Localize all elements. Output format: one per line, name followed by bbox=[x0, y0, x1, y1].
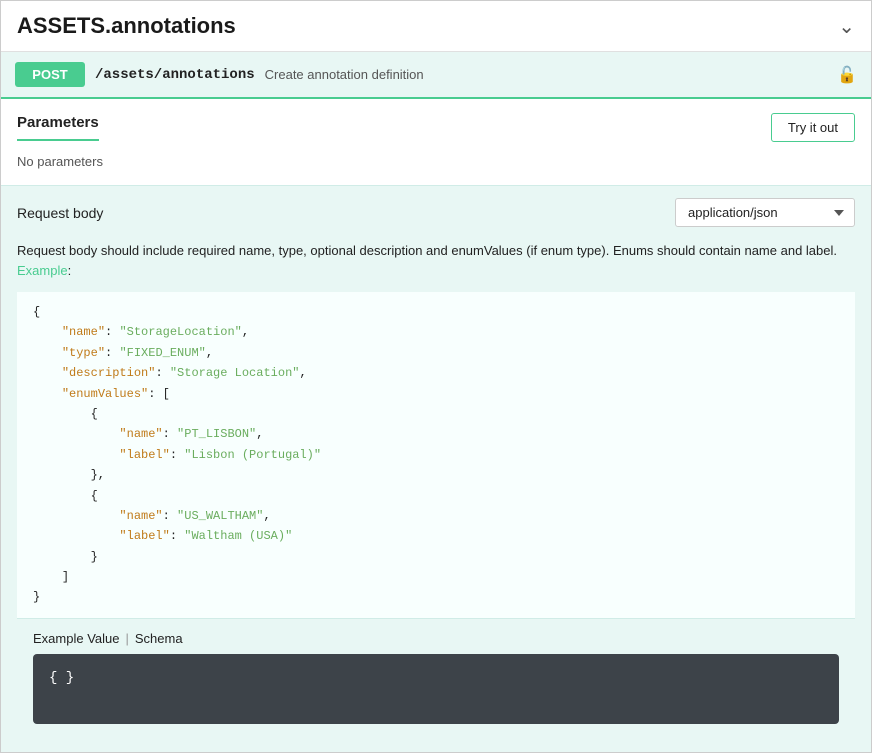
request-body-header: Request body application/json bbox=[17, 198, 855, 227]
method-badge: POST bbox=[15, 62, 85, 87]
try-it-out-button[interactable]: Try it out bbox=[771, 113, 855, 142]
json-preview-box: { } bbox=[33, 654, 839, 724]
request-body-label: Request body bbox=[17, 205, 103, 221]
request-body-section: Request body application/json Request bo… bbox=[1, 185, 871, 752]
code-line-1: { bbox=[33, 302, 839, 322]
code-line-7: "name": "PT_LISBON", bbox=[33, 424, 839, 444]
description-colon: : bbox=[68, 263, 72, 278]
json-preview-content: { } bbox=[49, 670, 74, 686]
parameters-header: Parameters Try it out bbox=[1, 99, 871, 142]
code-line-13: } bbox=[33, 547, 839, 567]
main-container: ASSETS.annotations ⌄ POST /assets/annota… bbox=[0, 0, 872, 753]
collapse-icon[interactable]: ⌄ bbox=[838, 14, 855, 39]
example-schema-bar: Example Value | Schema bbox=[17, 618, 855, 654]
section-header-bar: ASSETS.annotations ⌄ bbox=[1, 1, 871, 52]
code-example-block: { "name": "StorageLocation", "type": "FI… bbox=[17, 292, 855, 618]
lock-icon[interactable]: 🔓 bbox=[837, 65, 857, 85]
code-line-11: "name": "US_WALTHAM", bbox=[33, 506, 839, 526]
description-text-part1: Request body should include required nam… bbox=[17, 243, 837, 258]
code-line-15: } bbox=[33, 587, 839, 607]
description-example-link[interactable]: Example bbox=[17, 263, 68, 278]
code-line-9: }, bbox=[33, 465, 839, 485]
code-line-10: { bbox=[33, 486, 839, 506]
code-line-3: "type": "FIXED_ENUM", bbox=[33, 343, 839, 363]
code-line-4: "description": "Storage Location", bbox=[33, 363, 839, 383]
endpoint-path: /assets/annotations bbox=[95, 67, 255, 83]
code-line-12: "label": "Waltham (USA)" bbox=[33, 526, 839, 546]
code-line-5: "enumValues": [ bbox=[33, 384, 839, 404]
parameters-title: Parameters bbox=[17, 114, 99, 141]
code-line-8: "label": "Lisbon (Portugal)" bbox=[33, 445, 839, 465]
request-body-description: Request body should include required nam… bbox=[17, 241, 855, 280]
code-line-2: "name": "StorageLocation", bbox=[33, 322, 839, 342]
code-line-14: ] bbox=[33, 567, 839, 587]
tab-example-value[interactable]: Example Value bbox=[33, 629, 119, 648]
tab-schema[interactable]: Schema bbox=[135, 629, 183, 648]
endpoint-description: Create annotation definition bbox=[265, 67, 424, 82]
tab-divider: | bbox=[125, 631, 128, 646]
no-parameters-text: No parameters bbox=[1, 142, 871, 185]
content-type-select[interactable]: application/json bbox=[675, 198, 855, 227]
endpoint-bar: POST /assets/annotations Create annotati… bbox=[1, 52, 871, 99]
code-line-6: { bbox=[33, 404, 839, 424]
section-title: ASSETS.annotations bbox=[17, 13, 236, 39]
